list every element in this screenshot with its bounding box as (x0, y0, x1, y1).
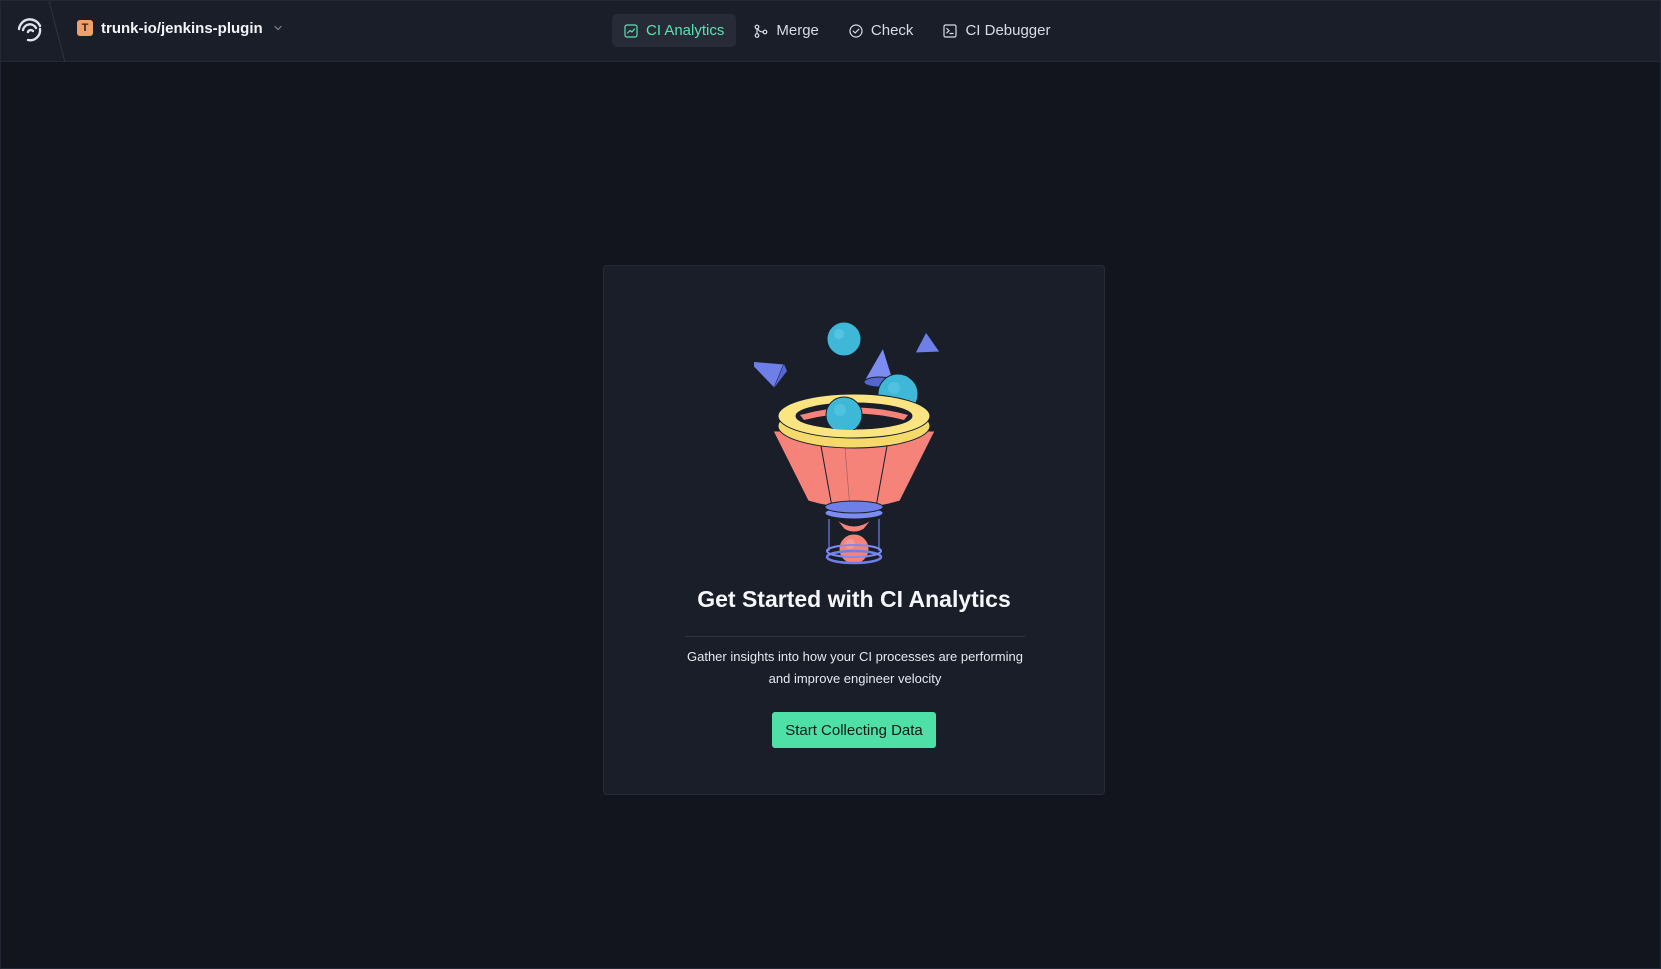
tab-label: CI Analytics (646, 22, 725, 39)
chart-icon (624, 23, 638, 38)
tab-label: Merge (776, 22, 819, 39)
app-window: T trunk-io/jenkins-plugin CI Analytics M… (0, 0, 1661, 969)
repo-selector[interactable]: T trunk-io/jenkins-plugin (77, 16, 283, 40)
start-collecting-data-button[interactable]: Start Collecting Data (772, 712, 936, 748)
tab-label: CI Debugger (965, 22, 1051, 39)
repo-avatar: T (77, 20, 93, 36)
funnel-illustration (754, 321, 941, 565)
divider (685, 636, 1025, 637)
merge-icon (754, 24, 768, 38)
header-divider (48, 1, 66, 62)
tab-ci-analytics[interactable]: CI Analytics (612, 14, 737, 47)
empty-state-description: Gather insights into how your CI process… (675, 646, 1035, 690)
top-navigation-bar: T trunk-io/jenkins-plugin CI Analytics M… (1, 1, 1660, 62)
tab-label: Check (870, 22, 914, 39)
check-circle-icon (849, 23, 863, 38)
terminal-icon (943, 23, 958, 38)
trunk-logo-icon-graphic (17, 18, 42, 42)
main-nav: CI Analytics Merge Check CI Debugger (612, 14, 1063, 47)
description-line-2: and improve engineer velocity (768, 671, 942, 686)
empty-state-title: Get Started with CI Analytics (697, 586, 1011, 612)
tab-check[interactable]: Check (837, 14, 926, 47)
repo-name: trunk-io/jenkins-plugin (101, 19, 263, 37)
tab-merge[interactable]: Merge (742, 14, 831, 47)
description-line-1: Gather insights into how your CI process… (687, 649, 1023, 664)
tab-ci-debugger[interactable]: CI Debugger (931, 14, 1062, 47)
chevron-down-icon (274, 25, 282, 31)
empty-state-card: Get Started with CI Analytics Gather ins… (603, 265, 1105, 795)
